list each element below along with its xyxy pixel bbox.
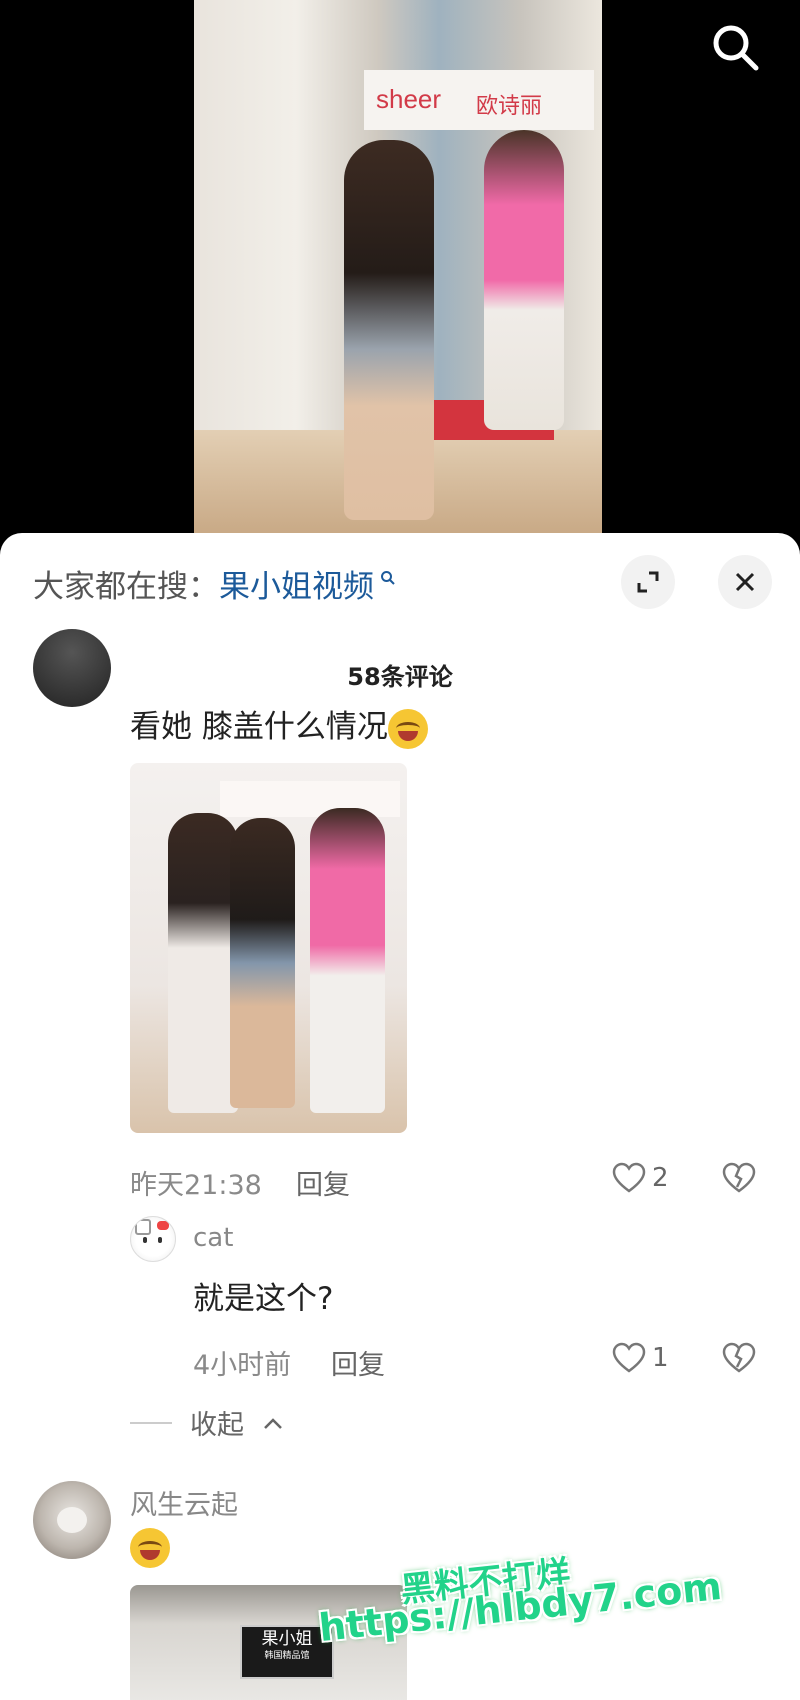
like-count: 1: [652, 1343, 669, 1373]
close-button[interactable]: [718, 555, 772, 609]
comment-username[interactable]: 风生云起: [130, 1483, 238, 1522]
search-small-icon: [374, 570, 396, 591]
dislike-button[interactable]: [722, 1162, 756, 1198]
expand-button[interactable]: [621, 555, 675, 609]
dislike-button[interactable]: [722, 1342, 756, 1378]
expand-icon: [637, 571, 659, 593]
divider: [130, 1421, 172, 1424]
store-sign-text: sheer: [376, 84, 442, 114]
trending-search-hint[interactable]: 大家都在搜：果小姐视频: [33, 561, 396, 606]
photo-store-sign: [220, 781, 400, 817]
reply-avatar[interactable]: [130, 1216, 176, 1262]
laughing-emoji-icon: [130, 1528, 170, 1568]
chevron-up-icon: [264, 1417, 282, 1429]
hint-prefix: 大家都在搜：: [33, 569, 219, 605]
video-frame: sheer 欧诗丽: [194, 0, 602, 540]
reply-button[interactable]: 回复: [331, 1343, 385, 1382]
reply-username[interactable]: cat: [193, 1223, 233, 1253]
heart-icon: [612, 1342, 646, 1373]
store-sign: sheer 欧诗丽: [364, 70, 594, 130]
store-sign-text-cn: 欧诗丽: [476, 94, 543, 119]
store-sign-text: 果小姐: [261, 1629, 313, 1649]
comment-count: 58条评论: [347, 663, 453, 691]
comment-body: 看她 膝盖什么情况: [130, 709, 388, 745]
comment-sheet: 大家都在搜：果小姐视频 58条评论 看她 膝盖什么情况 昨天21:38 回复 2: [0, 533, 800, 1700]
search-icon[interactable]: [710, 22, 760, 72]
comment-image[interactable]: [130, 763, 407, 1133]
comment-time: 昨天21:38: [130, 1170, 262, 1201]
woman-pink-shirt: [484, 130, 564, 430]
like-count: 2: [652, 1163, 669, 1193]
like-button[interactable]: 1: [612, 1342, 669, 1374]
reply-text: 就是这个?: [193, 1281, 334, 1317]
close-icon: [735, 572, 755, 592]
like-button[interactable]: 2: [612, 1162, 669, 1194]
video-player[interactable]: sheer 欧诗丽: [0, 0, 800, 540]
comment-text: [130, 1528, 170, 1568]
store-sign-subtext: 韩国精品馆: [264, 1651, 310, 1661]
broken-heart-icon: [722, 1162, 756, 1193]
reply-time: 4小时前: [193, 1350, 292, 1381]
collapse-replies-button[interactable]: 收起: [130, 1403, 284, 1442]
avatar[interactable]: [33, 1481, 111, 1559]
woman-filming: [344, 140, 434, 520]
collapse-label: 收起: [190, 1410, 244, 1441]
avatar-bow: [157, 1221, 169, 1230]
comment-text: 看她 膝盖什么情况: [130, 701, 428, 749]
laughing-emoji-icon: [387, 708, 428, 749]
hint-keyword[interactable]: 果小姐视频: [219, 569, 374, 605]
broken-heart-icon: [722, 1342, 756, 1373]
heart-icon: [612, 1162, 646, 1193]
photo-person-middle: [230, 818, 295, 1108]
photo-person-left: [168, 813, 238, 1113]
photo-person-right: [310, 808, 385, 1113]
avatar-ear: [135, 1219, 151, 1235]
reply-button[interactable]: 回复: [296, 1163, 350, 1202]
cat-face: [57, 1507, 87, 1533]
avatar[interactable]: [33, 629, 111, 707]
